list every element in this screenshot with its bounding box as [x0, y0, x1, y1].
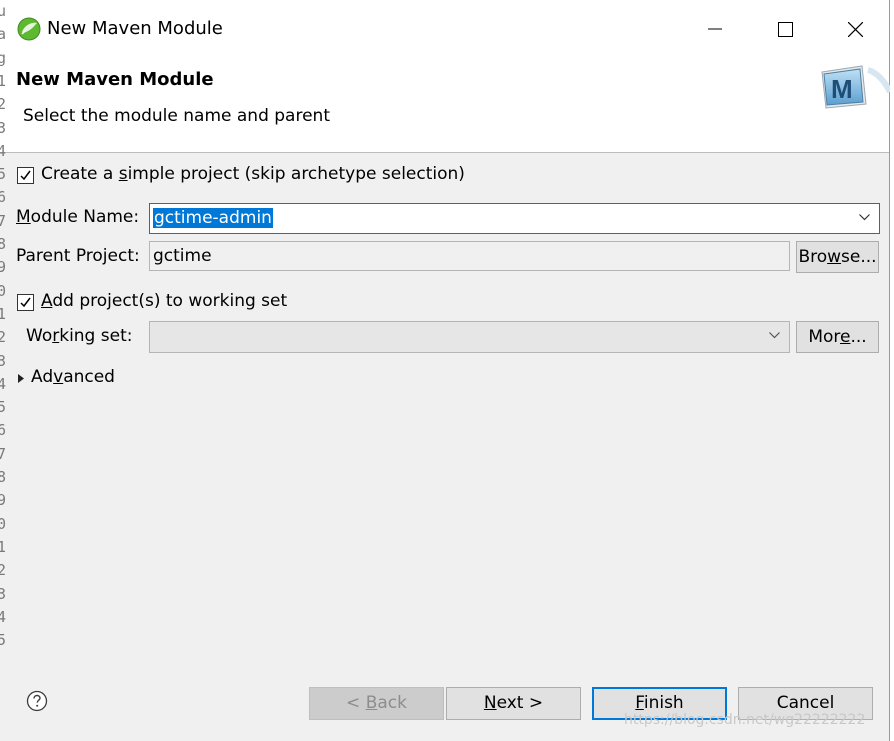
parent-project-label: Parent Project:	[16, 246, 140, 266]
simple-project-label-mnemonic: s	[118, 164, 128, 184]
wizard-banner: New Maven Module Select the module name …	[0, 58, 890, 153]
simple-project-label-before: Create a	[41, 164, 119, 184]
back-label-prefix: <	[346, 693, 366, 713]
minimize-button[interactable]	[680, 4, 750, 54]
eclipse-spring-icon	[17, 17, 41, 41]
working-set-check-mnemonic: A	[41, 291, 53, 311]
watermark: https://blog.csdn.net/wg22222222	[624, 712, 866, 728]
back-button[interactable]: < Back	[309, 687, 444, 720]
new-maven-module-dialog: New Maven Module New Maven Module Select…	[0, 0, 890, 741]
next-label-mnemonic: N	[483, 693, 497, 713]
module-name-combo[interactable]: gctime-admin	[149, 203, 880, 234]
more-button[interactable]: More...	[796, 321, 879, 353]
banner-message: Select the module name and parent	[23, 106, 330, 126]
finish-label-after: inish	[643, 693, 684, 713]
parent-project-value: gctime	[153, 246, 212, 266]
module-name-label-after: odule Name:	[30, 207, 140, 227]
next-label-after: ext >	[496, 693, 544, 713]
parent-project-field: gctime	[149, 241, 790, 271]
close-button[interactable]	[820, 4, 890, 54]
maximize-button[interactable]	[750, 4, 820, 54]
chevron-down-icon[interactable]	[859, 214, 870, 221]
working-set-label: Working set:	[26, 326, 132, 346]
module-name-value: gctime-admin	[153, 208, 273, 228]
working-set-label-after: king set:	[59, 326, 133, 346]
browse-label-mnemonic: w	[827, 247, 842, 267]
minimize-icon	[708, 28, 722, 30]
simple-project-label-after: imple project (skip archetype selection)	[127, 164, 465, 184]
more-label-mnemonic: e	[840, 327, 851, 347]
advanced-label-before: Ad	[31, 367, 54, 387]
module-name-label-mnemonic: M	[16, 207, 31, 227]
maven-logo-icon: M	[821, 65, 890, 109]
browse-label-after: se...	[841, 247, 877, 267]
back-label-mnemonic: B	[365, 693, 378, 713]
finish-label-mnemonic: F	[635, 693, 644, 713]
advanced-label-after: anced	[63, 367, 115, 387]
working-set-check-after: dd project(s) to working set	[52, 291, 288, 311]
maven-logo-letter: M	[831, 74, 853, 104]
working-set-label-before: Wo	[26, 326, 53, 346]
working-set-check-label[interactable]: Add project(s) to working set	[41, 291, 287, 311]
maximize-icon	[777, 21, 793, 37]
back-label-after: ack	[377, 693, 407, 713]
window-title: New Maven Module	[47, 18, 223, 39]
working-set-checkbox[interactable]	[17, 294, 34, 311]
close-icon	[847, 21, 863, 37]
help-icon[interactable]	[26, 690, 48, 712]
checkmark-icon	[20, 297, 31, 308]
advanced-label-mnemonic: v	[53, 367, 64, 387]
browse-button[interactable]: Browse...	[796, 241, 879, 273]
more-label-after: ...	[850, 327, 867, 347]
simple-project-label[interactable]: Create a simple project (skip archetype …	[41, 164, 465, 184]
chevron-down-icon[interactable]	[769, 332, 780, 339]
module-name-input[interactable]: gctime-admin	[153, 207, 273, 229]
simple-project-checkbox[interactable]	[17, 167, 34, 184]
working-set-combo[interactable]	[149, 321, 790, 353]
triangle-right-icon[interactable]	[18, 374, 24, 383]
browse-label-before: Bro	[798, 247, 828, 267]
next-button[interactable]: Next >	[446, 687, 581, 720]
banner-title: New Maven Module	[16, 69, 214, 90]
module-name-label: Module Name:	[16, 207, 139, 227]
more-label-before: Mor	[808, 327, 840, 347]
title-bar[interactable]: New Maven Module	[0, 0, 889, 58]
advanced-label[interactable]: Advanced	[31, 367, 115, 387]
checkmark-icon	[20, 170, 31, 181]
